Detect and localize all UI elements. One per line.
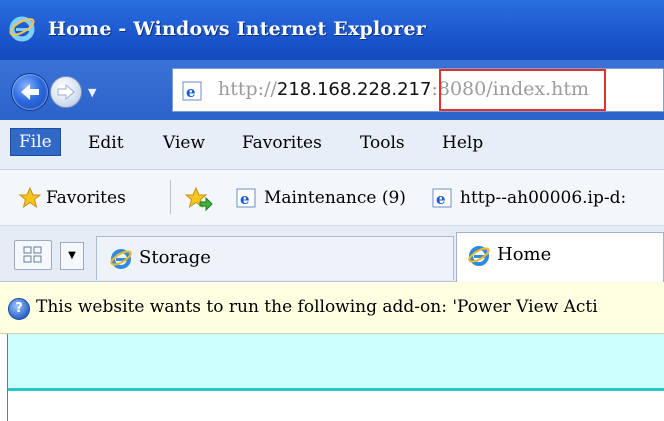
home-tab-ie-icon (467, 243, 491, 271)
port-highlight-box (439, 69, 606, 111)
ie-icon (8, 14, 36, 46)
page-ie-icon: e (182, 80, 204, 106)
ah00006-link-icon: e (432, 187, 454, 213)
url-scheme: http:// (218, 78, 277, 100)
url-host: 218.168.228.217 (276, 79, 432, 100)
tab-storage[interactable]: Storage (96, 236, 454, 280)
svg-text:e: e (436, 190, 446, 208)
favorites-label[interactable]: Favorites (46, 188, 126, 208)
window-title: Home - Windows Internet Explorer (48, 18, 426, 40)
page-header-band (8, 334, 664, 390)
tab-list-dropdown[interactable]: ▼ (60, 242, 84, 270)
menu-view[interactable]: View (163, 133, 205, 153)
forward-arrow-icon (57, 83, 75, 101)
storage-tab-ie-icon (109, 246, 133, 274)
recent-pages-dropdown[interactable]: ▼ (88, 86, 96, 99)
info-bar-message[interactable]: This website wants to run the following … (36, 297, 598, 317)
menu-favorites[interactable]: Favorites (242, 133, 322, 153)
favorite-link-maintenance[interactable]: Maintenance (9) (264, 188, 406, 208)
back-arrow-icon (21, 84, 39, 100)
favorites-button[interactable] (18, 186, 42, 214)
star-icon (18, 186, 42, 209)
menu-edit[interactable]: Edit (88, 133, 124, 153)
tab-label: Home (497, 244, 552, 265)
tab-home[interactable]: Home (456, 232, 664, 282)
content-frame-border (7, 334, 8, 421)
menu-help[interactable]: Help (442, 133, 483, 153)
quick-tabs-icon (23, 246, 42, 263)
menu-tools[interactable]: Tools (360, 133, 405, 153)
maintenance-link-icon: e (236, 187, 258, 213)
info-shield-icon: ? (8, 298, 30, 320)
page-header-divider (8, 388, 664, 391)
tab-label: Storage (139, 247, 211, 268)
add-favorites-icon (184, 186, 213, 212)
svg-text:e: e (186, 83, 196, 101)
back-button[interactable] (11, 73, 49, 111)
forward-button[interactable] (50, 76, 82, 108)
favorite-link-ah00006[interactable]: http--ah00006.ip-d: (460, 188, 664, 208)
menu-file[interactable]: File (10, 128, 61, 156)
quick-tabs-button[interactable] (14, 240, 52, 270)
svg-text:e: e (240, 190, 250, 208)
add-to-favorites-button[interactable] (184, 186, 214, 216)
favorites-separator (170, 180, 171, 214)
